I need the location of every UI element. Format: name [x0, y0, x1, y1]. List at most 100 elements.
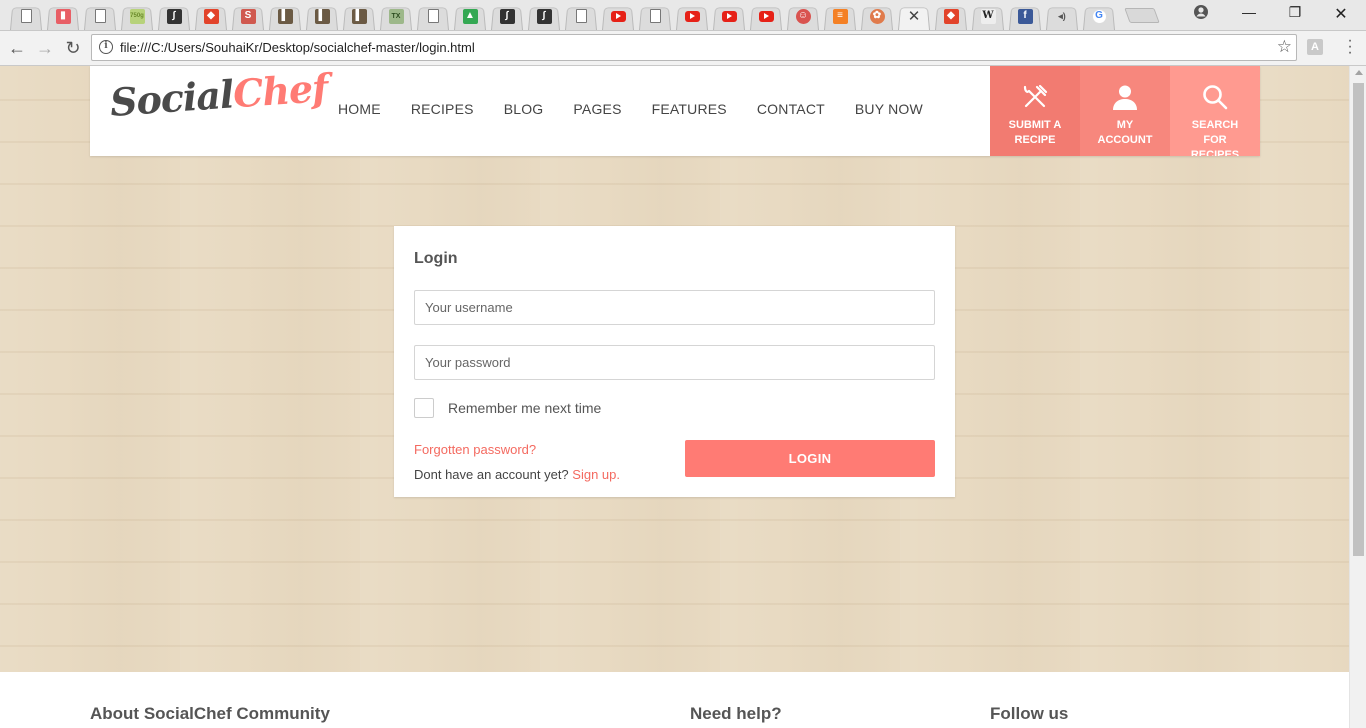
- profile-icon[interactable]: [1186, 4, 1216, 23]
- nav-features[interactable]: FEATURES: [652, 101, 727, 117]
- forgot-password-link[interactable]: Forgotten password?: [414, 442, 536, 457]
- browser-menu-icon[interactable]: · · ·: [1342, 33, 1358, 61]
- page-scrollbar[interactable]: [1349, 66, 1366, 728]
- browser-tab[interactable]: ∫: [489, 2, 525, 30]
- browser-tab[interactable]: ▌: [304, 2, 340, 30]
- browser-tab[interactable]: ∫: [156, 2, 192, 30]
- address-bar[interactable]: i file:///C:/Users/SouhaiKr/Desktop/soci…: [91, 34, 1297, 61]
- submit-recipe-label: SUBMIT A RECIPE: [1008, 119, 1062, 146]
- browser-tab[interactable]: f: [1007, 2, 1043, 30]
- back-icon[interactable]: ←: [5, 37, 29, 59]
- nav-contact[interactable]: CONTACT: [757, 101, 825, 117]
- forward-icon[interactable]: →: [33, 37, 57, 59]
- restore-icon[interactable]: ❐: [1280, 4, 1310, 21]
- header-actions: SUBMIT A RECIPE MY ACCOUNT SEARCH FOR RE…: [990, 66, 1260, 156]
- browser-tab[interactable]: S: [230, 2, 266, 30]
- reddit-icon: ☺: [795, 8, 811, 24]
- browser-tab[interactable]: ✕: [896, 2, 932, 30]
- password-input[interactable]: [414, 345, 935, 380]
- remember-me-checkbox[interactable]: [414, 398, 434, 418]
- nav-pages[interactable]: PAGES: [573, 101, 621, 117]
- cookie-icon: ✿: [869, 8, 885, 24]
- browser-tab[interactable]: [82, 2, 118, 30]
- signup-link[interactable]: Sign up.: [572, 467, 620, 482]
- browser-tab[interactable]: [415, 2, 451, 30]
- browser-tab[interactable]: 750g: [119, 2, 155, 30]
- browser-tab[interactable]: [8, 2, 44, 30]
- footer-follow-title: Follow us: [990, 704, 1069, 723]
- gitlab-icon: ◆: [943, 8, 959, 24]
- browser-tab[interactable]: TX: [378, 2, 414, 30]
- nav-recipes[interactable]: RECIPES: [411, 101, 474, 117]
- browser-tab[interactable]: ◆: [933, 2, 969, 30]
- browser-tab[interactable]: ✿: [859, 2, 895, 30]
- address-url[interactable]: file:///C:/Users/SouhaiKr/Desktop/social…: [120, 40, 475, 55]
- youtube-icon: [684, 10, 700, 22]
- book-icon: ▌: [277, 8, 293, 24]
- footer-help-title: Need help?: [690, 704, 782, 723]
- reload-icon[interactable]: ↻: [61, 37, 85, 59]
- browser-tab[interactable]: [637, 2, 673, 30]
- scroll-up-arrow-icon[interactable]: [1355, 70, 1363, 75]
- submit-recipe-button[interactable]: SUBMIT A RECIPE: [990, 66, 1080, 156]
- remember-me[interactable]: Remember me next time: [414, 398, 601, 418]
- browser-tab[interactable]: ☺: [785, 2, 821, 30]
- page-icon: [20, 9, 32, 23]
- google-drive-icon: ▲: [462, 8, 478, 24]
- tex-icon: TX: [388, 8, 404, 24]
- scroll-thumb[interactable]: [1353, 83, 1364, 556]
- login-title: Login: [414, 250, 458, 267]
- page-icon: [575, 9, 587, 23]
- username-input[interactable]: [414, 290, 935, 325]
- wikipedia-icon: W: [980, 8, 996, 24]
- symfony-icon: ∫: [536, 8, 552, 24]
- browser-tab[interactable]: ◂): [1044, 2, 1080, 30]
- symfony-icon: ∫: [499, 8, 515, 24]
- browser-toolbar: ← → ↻ i file:///C:/Users/SouhaiKr/Deskto…: [0, 31, 1366, 66]
- browser-tab[interactable]: W: [970, 2, 1006, 30]
- browser-tab[interactable]: G: [1081, 2, 1117, 30]
- signup-prompt: Dont have an account yet? Sign up.: [414, 467, 620, 482]
- browser-tab[interactable]: ▮: [45, 2, 81, 30]
- book-icon: ▌: [314, 8, 330, 24]
- search-recipes-button[interactable]: SEARCH FOR RECIPES: [1170, 66, 1260, 156]
- browser-tab[interactable]: [563, 2, 599, 30]
- 750g-icon: 750g: [129, 8, 145, 24]
- browser-tab[interactable]: ≡: [822, 2, 858, 30]
- nav-home[interactable]: HOME: [338, 101, 381, 117]
- browser-tab[interactable]: [711, 2, 747, 30]
- symfony-icon: ∫: [166, 8, 182, 24]
- site-info-icon[interactable]: i: [99, 40, 113, 54]
- search-recipes-label: SEARCH FOR RECIPES: [1190, 119, 1240, 156]
- bookmark-star-icon[interactable]: ☆: [1277, 37, 1292, 57]
- browser-tab[interactable]: [674, 2, 710, 30]
- browser-tab[interactable]: ▌: [267, 2, 303, 30]
- youtube-icon: [758, 10, 774, 22]
- footer-about-title: About SocialChef Community: [90, 704, 330, 723]
- login-button[interactable]: LOGIN: [685, 440, 935, 477]
- browser-tab[interactable]: ▲: [452, 2, 488, 30]
- browser-tab[interactable]: [748, 2, 784, 30]
- browser-tab[interactable]: ◆: [193, 2, 229, 30]
- audio-icon: ◂): [1058, 10, 1066, 21]
- socialchef-logo[interactable]: SocialChef: [108, 66, 328, 125]
- browser-tab[interactable]: ▌: [341, 2, 377, 30]
- minimize-icon[interactable]: —: [1234, 4, 1264, 20]
- nav-blog[interactable]: BLOG: [504, 101, 544, 117]
- page-icon: [94, 9, 106, 23]
- browser-tab[interactable]: [600, 2, 636, 30]
- facebook-icon: f: [1017, 8, 1033, 24]
- browser-tab[interactable]: ∫: [526, 2, 562, 30]
- my-account-button[interactable]: MY ACCOUNT: [1080, 66, 1170, 156]
- nav-buy-now[interactable]: BUY NOW: [855, 101, 923, 117]
- close-tab-icon[interactable]: ✕: [908, 7, 921, 25]
- search-icon: [1170, 66, 1260, 118]
- close-window-icon[interactable]: ✕: [1326, 4, 1356, 24]
- main-nav: HOME RECIPES BLOG PAGES FEATURES CONTACT…: [323, 101, 938, 117]
- user-icon: [1080, 66, 1170, 118]
- google-icon: G: [1091, 8, 1107, 24]
- pdf-extension-icon[interactable]: A: [1307, 39, 1323, 55]
- youtube-icon: [610, 10, 626, 22]
- new-tab-button[interactable]: [1124, 8, 1160, 23]
- book-icon: ▌: [351, 8, 367, 24]
